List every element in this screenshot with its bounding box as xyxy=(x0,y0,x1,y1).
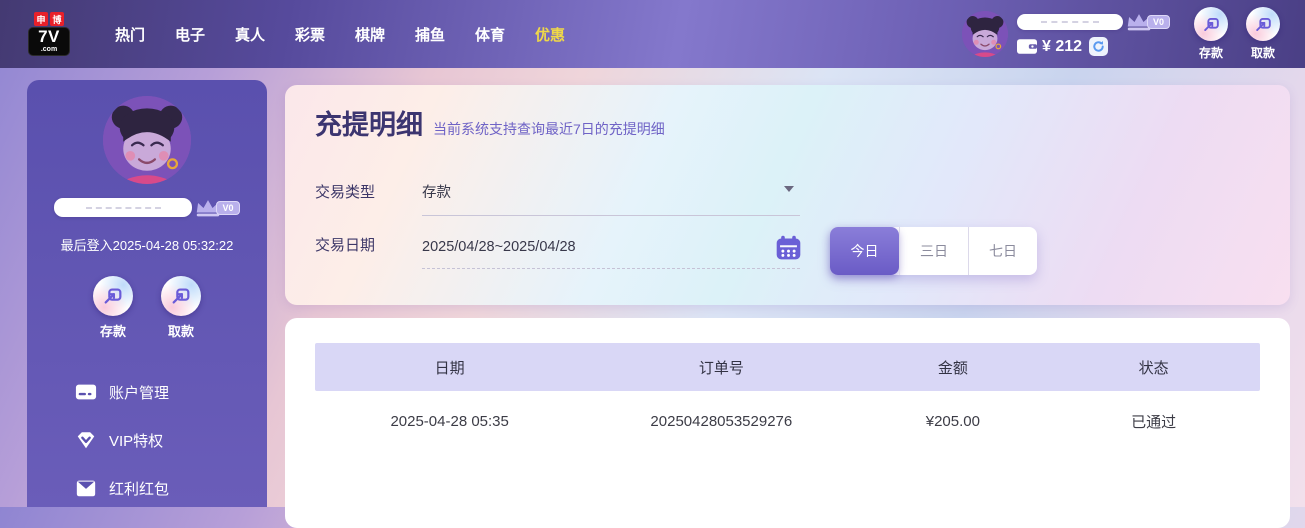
nav-item-hot[interactable]: 热门 xyxy=(100,24,160,45)
nav-item-live[interactable]: 真人 xyxy=(220,24,280,45)
vip-level-badge: V0 xyxy=(216,200,240,215)
nav-item-lottery[interactable]: 彩票 xyxy=(280,24,340,45)
column-header-amount: 金额 xyxy=(937,359,968,377)
avatar-illustration xyxy=(103,96,191,184)
last-login-text: 最后登入2025-04-28 05:32:22 xyxy=(60,238,234,253)
table-row: 2025-04-28 05:35 20250428053529276 ¥205.… xyxy=(315,391,1260,451)
user-info-block: V0 ¥ 212 xyxy=(1017,12,1185,56)
column-header-date: 日期 xyxy=(434,359,465,377)
wallet-icon xyxy=(1017,39,1037,54)
chevron-down-icon xyxy=(784,186,794,192)
user-avatar[interactable] xyxy=(962,11,1008,57)
range-today-button[interactable]: 今日 xyxy=(830,227,899,275)
transaction-type-label: 交易类型 xyxy=(315,184,376,201)
red-packet-icon xyxy=(76,480,96,497)
nav-item-sports[interactable]: 体育 xyxy=(460,24,520,45)
nav-item-fishing[interactable]: 捕鱼 xyxy=(400,24,460,45)
sidebar-user-line: V0 xyxy=(27,198,267,217)
sidebar-withdraw-button[interactable]: 取款 xyxy=(161,276,201,340)
vip-level-badge: V0 xyxy=(1147,15,1171,29)
logo-name: 7V xyxy=(38,27,60,46)
nav-withdraw-button[interactable]: 取款 xyxy=(1237,7,1289,61)
cell-order-number: 20250428053529276 xyxy=(650,412,793,430)
balance-row: ¥ 212 xyxy=(1017,37,1185,56)
top-navbar: 申 博 7V .com 热门 电子 真人 彩票 棋牌 捕鱼 体育 优惠 V0 ¥… xyxy=(0,0,1305,68)
sidebar-item-label: VIP特权 xyxy=(109,432,164,450)
sidebar-item-account[interactable]: 账户管理 xyxy=(27,368,267,416)
sidebar-item-vip[interactable]: VIP特权 xyxy=(27,416,267,464)
nav-item-slots[interactable]: 电子 xyxy=(160,24,220,45)
cell-date: 2025-04-28 05:35 xyxy=(390,412,509,430)
username-redacted xyxy=(1017,14,1123,30)
refresh-icon xyxy=(1093,40,1104,52)
account-sidebar: V0 最后登入2025-04-28 05:32:22 存款 取款 账户管理 VI… xyxy=(27,80,267,507)
vip-diamond-icon xyxy=(77,432,95,449)
page-title: 充提明细 xyxy=(315,110,423,140)
bank-card-icon xyxy=(75,384,97,400)
username-redacted xyxy=(54,198,193,217)
column-header-order: 订单号 xyxy=(698,359,744,377)
transaction-date-value: 2025/04/28~2025/04/28 xyxy=(422,239,576,255)
main-menu: 热门 电子 真人 彩票 棋牌 捕鱼 体育 优惠 xyxy=(100,24,580,45)
logo-tld: .com xyxy=(40,46,58,53)
site-logo[interactable]: 申 博 7V .com xyxy=(28,12,70,56)
navbar-user-area: V0 ¥ 212 存款 取款 xyxy=(962,0,1289,68)
nav-item-boardgames[interactable]: 棋牌 xyxy=(340,24,400,45)
sidebar-deposit-button[interactable]: 存款 xyxy=(93,276,133,340)
withdraw-icon xyxy=(1255,17,1271,31)
transaction-date-label: 交易日期 xyxy=(315,237,376,254)
sidebar-item-label: 红利红包 xyxy=(109,480,170,498)
nav-item-promotions[interactable]: 优惠 xyxy=(520,24,580,45)
range-7day-button[interactable]: 七日 xyxy=(968,227,1037,275)
transaction-date-input[interactable]: 2025/04/28~2025/04/28 xyxy=(422,235,801,269)
nav-deposit-button[interactable]: 存款 xyxy=(1185,7,1237,61)
sidebar-quick-actions: 存款 取款 xyxy=(27,276,267,340)
avatar-illustration xyxy=(962,11,1008,57)
deposit-icon xyxy=(1203,17,1219,31)
range-3day-button[interactable]: 三日 xyxy=(899,227,968,275)
balance-amount: ¥ 212 xyxy=(1042,37,1083,55)
logo-wordmark: 7V .com xyxy=(28,27,70,56)
transaction-type-select[interactable]: 存款 xyxy=(422,181,800,216)
logo-red-badges: 申 博 xyxy=(28,12,70,26)
records-table: 日期 订单号 金额 状态 2025-04-28 05:35 2025042805… xyxy=(315,343,1260,451)
cell-status: 已通过 xyxy=(1131,413,1177,431)
calendar-icon[interactable] xyxy=(775,234,802,261)
deposit-icon xyxy=(104,288,122,304)
refresh-balance-button[interactable] xyxy=(1089,37,1109,56)
records-panel: 日期 订单号 金额 状态 2025-04-28 05:35 2025042805… xyxy=(285,318,1290,528)
sidebar-item-redpacket[interactable]: 红利红包 xyxy=(27,464,267,512)
sidebar-user-avatar[interactable] xyxy=(103,96,191,184)
page-subtitle: 当前系统支持查询最近7日的充提明细 xyxy=(433,121,665,137)
filter-panel: 充提明细 当前系统支持查询最近7日的充提明细 交易类型 存款 交易日期 2025… xyxy=(285,85,1290,305)
table-header-row: 日期 订单号 金额 状态 xyxy=(315,343,1260,391)
cell-amount: ¥205.00 xyxy=(925,412,980,430)
withdraw-icon xyxy=(172,288,190,304)
logo-badge-left: 申 xyxy=(34,12,48,26)
column-header-status: 状态 xyxy=(1138,359,1169,377)
date-range-group: 今日 三日 七日 xyxy=(830,227,1037,275)
sidebar-menu: 账户管理 VIP特权 红利红包 xyxy=(27,368,267,512)
sidebar-item-label: 账户管理 xyxy=(109,384,170,402)
logo-badge-right: 博 xyxy=(50,12,64,26)
transaction-type-value: 存款 xyxy=(422,185,451,201)
